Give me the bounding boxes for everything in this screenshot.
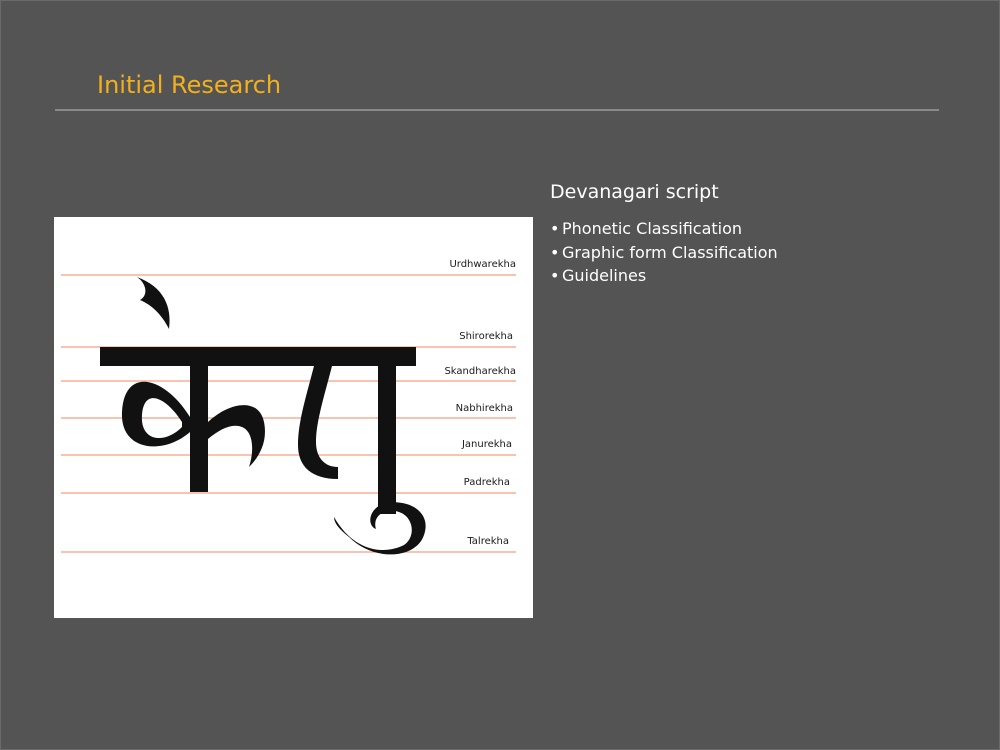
guide-label-skandharekha: Skandharekha	[444, 366, 516, 377]
slide: Initial Research Urdhwarekha Shirorekha …	[0, 0, 1000, 750]
guide-label-padrekha: Padrekha	[463, 477, 510, 488]
guide-label-urdhwarekha: Urdhwarekha	[449, 259, 516, 270]
bullet-item: • Phonetic Classification	[550, 217, 778, 241]
section-heading: Devanagari script	[550, 181, 719, 203]
ketu-ka-arm	[208, 405, 265, 467]
ketu-ka-stem	[190, 366, 208, 492]
bullet-item: • Graphic form Classification	[550, 241, 778, 265]
bullet-text: Graphic form Classification	[562, 242, 778, 262]
bullet-icon: •	[550, 242, 560, 262]
bullet-icon: •	[550, 219, 560, 238]
ketu-glyph	[100, 277, 426, 555]
devanagari-guidelines-figure: Urdhwarekha Shirorekha Skandharekha Nabh…	[54, 217, 533, 618]
guide-label-shirorekha: Shirorekha	[459, 331, 513, 342]
guidelines-illustration	[61, 274, 516, 555]
bullet-text: Phonetic Classification	[562, 219, 743, 238]
ketu-matra	[137, 277, 170, 329]
title-divider	[55, 109, 939, 111]
bullet-list: • Phonetic Classification • Graphic form C…	[550, 217, 778, 288]
bullet-text: Guidelines	[562, 266, 647, 285]
guide-label-talrekha: Talrekha	[467, 536, 509, 547]
bullet-icon: •	[550, 266, 560, 285]
ketu-ta-stem	[378, 366, 396, 514]
ketu-headline	[100, 347, 416, 366]
slide-title: Initial Research	[97, 71, 282, 99]
ketu-ta-body	[298, 366, 338, 479]
ketu-ka-loop	[121, 381, 190, 447]
bullet-item: • Guidelines	[550, 264, 778, 288]
guide-label-nabhirekha: Nabhirekha	[455, 403, 513, 414]
guide-label-janurekha: Janurekha	[461, 439, 512, 450]
